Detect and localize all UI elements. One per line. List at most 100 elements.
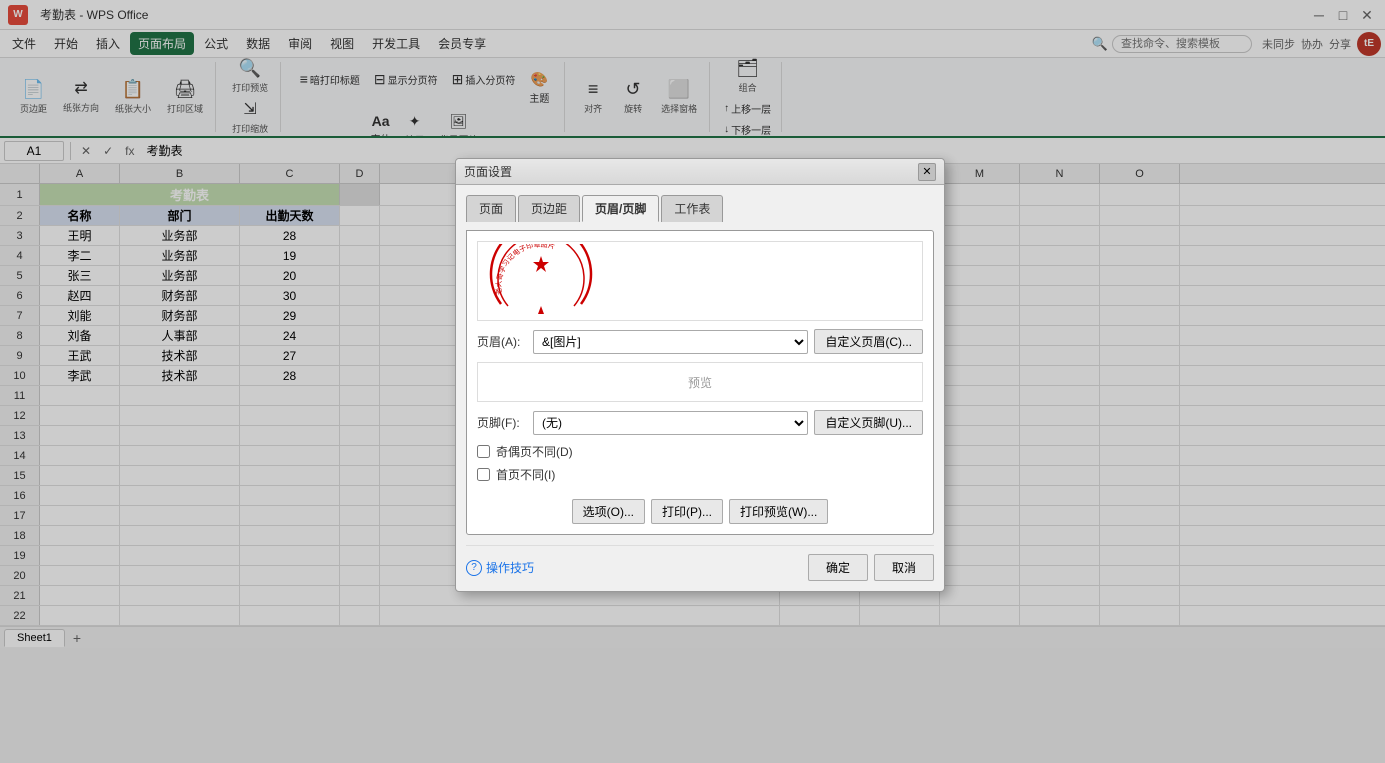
cell-c7[interactable]: 29 <box>240 306 340 325</box>
col-header-n[interactable]: N <box>1020 164 1100 183</box>
cell-n20[interactable] <box>1020 566 1100 585</box>
cell-o18[interactable] <box>1100 526 1180 545</box>
cell-c18[interactable] <box>240 526 340 545</box>
row-header-8[interactable]: 8 <box>0 326 40 345</box>
cell-n6[interactable] <box>1020 286 1100 305</box>
cell-b10[interactable]: 技术部 <box>120 366 240 385</box>
header-select[interactable]: &[图片] <box>533 330 808 354</box>
row-header-2[interactable]: 2 <box>0 206 40 225</box>
cell-b12[interactable] <box>120 406 240 425</box>
odd-even-checkbox[interactable] <box>477 445 490 458</box>
cell-o8[interactable] <box>1100 326 1180 345</box>
cell-a5[interactable]: 张三 <box>40 266 120 285</box>
cell-d2[interactable] <box>340 206 380 225</box>
cell-c14[interactable] <box>240 446 340 465</box>
cell-d8[interactable] <box>340 326 380 345</box>
cell-b4[interactable]: 业务部 <box>120 246 240 265</box>
row-header-1[interactable]: 1 <box>0 184 40 205</box>
close-btn[interactable]: ✕ <box>1357 5 1377 25</box>
cell-b21[interactable] <box>120 586 240 605</box>
help-link[interactable]: ? 操作技巧 <box>466 559 534 576</box>
orientation-btn[interactable]: ⇄ 纸张方向 <box>57 78 105 117</box>
row-header-22[interactable]: 22 <box>0 606 40 625</box>
margins-btn[interactable]: 📄 页边距 <box>14 77 53 118</box>
cell-a16[interactable] <box>40 486 120 505</box>
cell-a4[interactable]: 李二 <box>40 246 120 265</box>
row-header-3[interactable]: 3 <box>0 226 40 245</box>
cell-c22[interactable] <box>240 606 340 625</box>
share-btn[interactable]: 分享 <box>1329 36 1351 52</box>
cell-b7[interactable]: 财务部 <box>120 306 240 325</box>
print-titles-btn[interactable]: ≡ 暗打印标题 <box>294 68 366 90</box>
cell-m18[interactable] <box>940 526 1020 545</box>
cell-b16[interactable] <box>120 486 240 505</box>
cell-c2[interactable]: 出勤天数 <box>240 206 340 225</box>
row-header-16[interactable]: 16 <box>0 486 40 505</box>
cell-o12[interactable] <box>1100 406 1180 425</box>
cell-o10[interactable] <box>1100 366 1180 385</box>
row-header-19[interactable]: 19 <box>0 546 40 565</box>
cell-c17[interactable] <box>240 506 340 525</box>
cell-d15[interactable] <box>340 466 380 485</box>
cell-o3[interactable] <box>1100 226 1180 245</box>
cell-a9[interactable]: 王武 <box>40 346 120 365</box>
cell-b22[interactable] <box>120 606 240 625</box>
cell-m4[interactable] <box>940 246 1020 265</box>
cell-o13[interactable] <box>1100 426 1180 445</box>
row-header-7[interactable]: 7 <box>0 306 40 325</box>
cell-n8[interactable] <box>1020 326 1100 345</box>
cell-m2[interactable] <box>940 206 1020 225</box>
cell-c13[interactable] <box>240 426 340 445</box>
sheet-tab-1[interactable]: Sheet1 <box>4 629 65 647</box>
row-header-20[interactable]: 20 <box>0 566 40 585</box>
cell-c4[interactable]: 19 <box>240 246 340 265</box>
custom-header-btn[interactable]: 自定义页眉(C)... <box>814 329 923 354</box>
cell-d17[interactable] <box>340 506 380 525</box>
cell-o2[interactable] <box>1100 206 1180 225</box>
cell-c19[interactable] <box>240 546 340 565</box>
cell-d10[interactable] <box>340 366 380 385</box>
formula-fx-icon[interactable]: fx <box>121 144 138 158</box>
cell-reference-input[interactable] <box>4 141 64 161</box>
cell-a17[interactable] <box>40 506 120 525</box>
cell-n14[interactable] <box>1020 446 1100 465</box>
cell-o17[interactable] <box>1100 506 1180 525</box>
cell-b17[interactable] <box>120 506 240 525</box>
row-header-13[interactable]: 13 <box>0 426 40 445</box>
formula-input[interactable] <box>142 142 1381 160</box>
cell-d13[interactable] <box>340 426 380 445</box>
cell-d22[interactable] <box>340 606 380 625</box>
cell-a18[interactable] <box>40 526 120 545</box>
row-header-4[interactable]: 4 <box>0 246 40 265</box>
maximize-btn[interactable]: □ <box>1333 5 1353 25</box>
cell-c5[interactable]: 20 <box>240 266 340 285</box>
print-scale-btn[interactable]: ⇲ 打印缩放 <box>226 99 274 138</box>
cell-d14[interactable] <box>340 446 380 465</box>
cell-n16[interactable] <box>1020 486 1100 505</box>
cell-o6[interactable] <box>1100 286 1180 305</box>
cell-a10[interactable]: 李武 <box>40 366 120 385</box>
cell-m9[interactable] <box>940 346 1020 365</box>
cell-n21[interactable] <box>1020 586 1100 605</box>
modal-close-btn[interactable]: ✕ <box>918 163 936 181</box>
col-header-o[interactable]: O <box>1100 164 1180 183</box>
first-diff-checkbox[interactable] <box>477 468 490 481</box>
font-btn[interactable]: Aa 字体 <box>365 110 397 138</box>
cell-m22[interactable] <box>940 606 1020 625</box>
cell-b15[interactable] <box>120 466 240 485</box>
cell-m17[interactable] <box>940 506 1020 525</box>
cell-o15[interactable] <box>1100 466 1180 485</box>
cell-m3[interactable] <box>940 226 1020 245</box>
row-header-9[interactable]: 9 <box>0 346 40 365</box>
cell-m7[interactable] <box>940 306 1020 325</box>
cell-o4[interactable] <box>1100 246 1180 265</box>
group-btn[interactable]: 🗂 组合 <box>730 58 766 97</box>
cell-m19[interactable] <box>940 546 1020 565</box>
menu-devtools[interactable]: 开发工具 <box>364 32 428 55</box>
cell-d11[interactable] <box>340 386 380 405</box>
add-sheet-btn[interactable]: + <box>67 628 87 648</box>
cell-o9[interactable] <box>1100 346 1180 365</box>
cell-m8[interactable] <box>940 326 1020 345</box>
row-header-5[interactable]: 5 <box>0 266 40 285</box>
tab-header-footer[interactable]: 页眉/页脚 <box>582 195 659 222</box>
